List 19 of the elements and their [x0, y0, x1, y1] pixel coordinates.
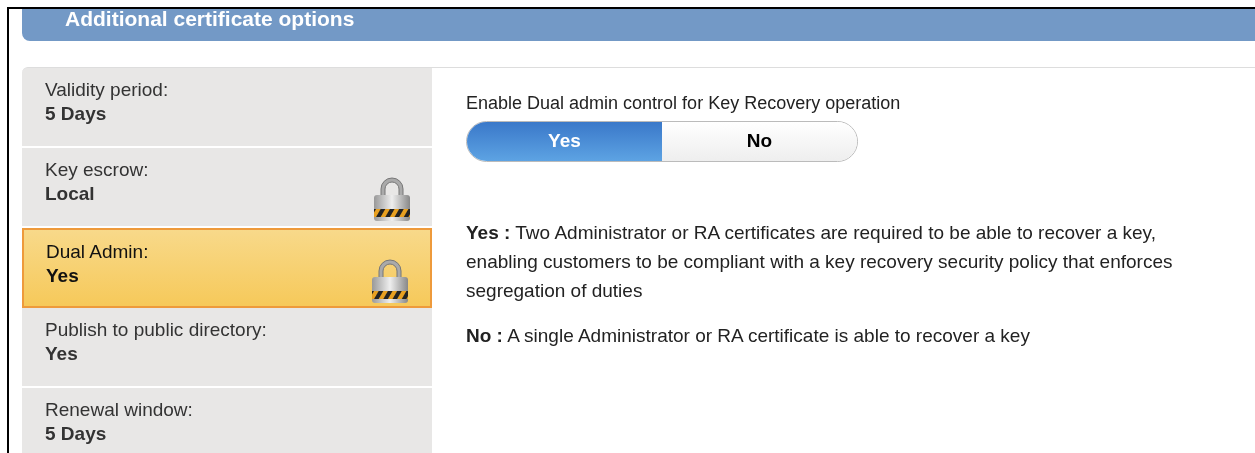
setting-label: Enable Dual admin control for Key Recovery operation: [466, 92, 902, 115]
option-label: Validity period:: [45, 78, 169, 102]
option-value: 5 Days: [45, 102, 108, 126]
sidebar-item[interactable]: Publish to public directory: Yes: [22, 308, 432, 388]
section-header: Additional certificate options: [22, 9, 1255, 41]
option-value: 5 Days: [45, 422, 108, 446]
option-value: Yes: [45, 342, 79, 366]
option-label: Key escrow:: [45, 158, 149, 182]
option-label: Dual Admin:: [46, 240, 149, 264]
option-value: Yes: [46, 264, 80, 288]
sidebar-item[interactable]: Validity period: 5 Days: [22, 68, 432, 148]
option-label: Renewal window:: [45, 398, 193, 422]
description-text: Yes : Two Administrator or RA certificates are required to be able to recover a key, enabling customers to be compliant with a key recovery security policy that enforces segregation of duties: [466, 221, 1174, 303]
toggle-option[interactable]: No: [662, 122, 857, 161]
description-text: No : A single Administrator or RA certificate is able to recover a key: [466, 324, 1031, 348]
sidebar-item[interactable]: Renewal window: 5 Days: [22, 388, 432, 453]
option-value: Local: [45, 182, 96, 206]
sidebar-item[interactable]: Dual Admin: Yes: [22, 228, 432, 308]
option-label: Publish to public directory:: [45, 318, 267, 342]
